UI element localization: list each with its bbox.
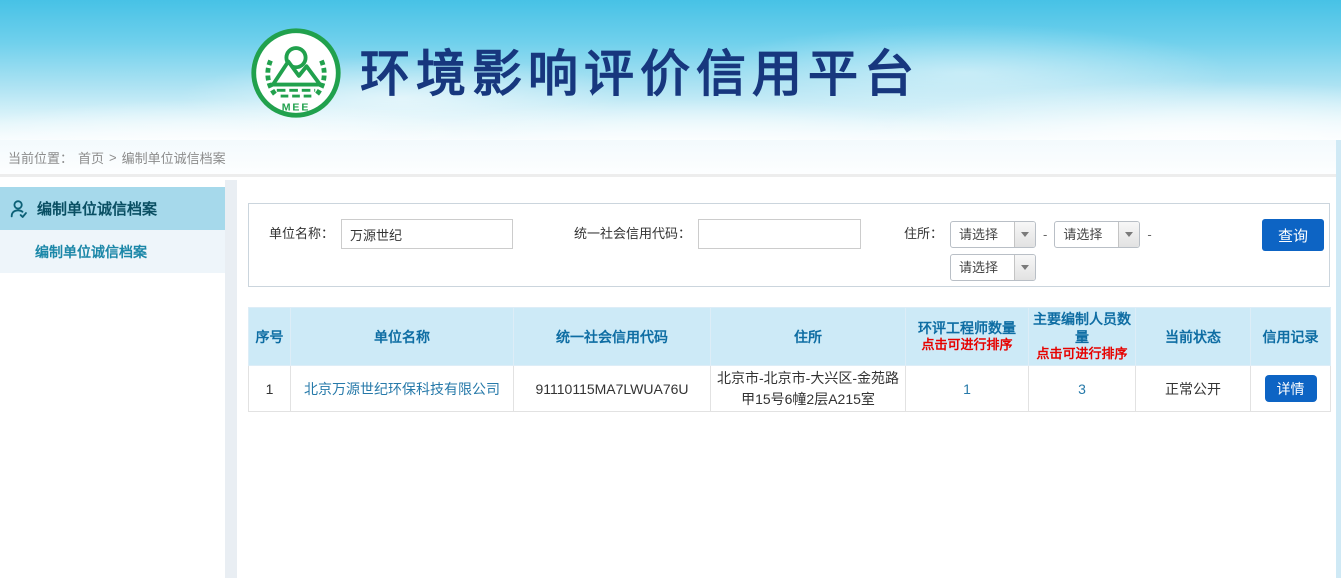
results-table: 序号 单位名称 统一社会信用代码 住所 环评工程师数量 点击可进行排序 主要编制… [248, 307, 1331, 412]
header-banner: MEE 环境影响评价信用平台 [0, 0, 1341, 140]
residence-group: 住所： 请选择 - 请选择 - [904, 219, 1159, 281]
sort-hint[interactable]: 点击可进行排序 [910, 337, 1024, 354]
breadcrumb-current: 编制单位诚信档案 [122, 148, 226, 167]
district-select-value: 请选择 [951, 255, 1014, 280]
sidebar-divider [225, 180, 237, 578]
district-select[interactable]: 请选择 [950, 254, 1036, 281]
residence-selects: 请选择 - 请选择 - 请选择 [950, 221, 1159, 281]
chevron-down-icon[interactable] [1014, 255, 1035, 280]
credit-code-value: 91110115MA7LWUA76U [514, 366, 711, 412]
address-value: 北京市-北京市-大兴区-金苑路甲15号6幢2层A215室 [711, 366, 906, 412]
province-select[interactable]: 请选择 [950, 221, 1036, 248]
chevron-down-icon[interactable] [1014, 222, 1035, 247]
select-separator: - [1147, 221, 1151, 248]
sidebar-subitem-label: 编制单位诚信档案 [35, 242, 147, 262]
col-staff-count-sortable[interactable]: 主要编制人员数量 点击可进行排序 [1029, 308, 1136, 366]
breadcrumb-separator: > [109, 150, 117, 165]
staff-count-link[interactable]: 3 [1078, 381, 1086, 397]
unit-name-label: 单位名称： [269, 219, 334, 249]
scrollbar[interactable] [1336, 140, 1341, 578]
sort-hint[interactable]: 点击可进行排序 [1033, 346, 1131, 363]
col-credit-code: 统一社会信用代码 [514, 308, 711, 366]
breadcrumb: 当前位置： 首页 > 编制单位诚信档案 [0, 140, 1341, 177]
select-separator: - [1043, 221, 1047, 248]
col-index: 序号 [249, 308, 291, 366]
col-engineer-count-label: 环评工程师数量 [918, 320, 1016, 336]
unit-name-group: 单位名称： [269, 219, 513, 249]
search-button[interactable]: 查询 [1262, 219, 1324, 251]
mee-logo-icon: MEE [248, 25, 344, 121]
detail-button[interactable]: 详情 [1265, 375, 1317, 402]
content-area: 单位名称： 统一社会信用代码： 住所： 请选择 - [248, 180, 1330, 578]
col-company: 单位名称 [291, 308, 514, 366]
breadcrumb-home-link[interactable]: 首页 [78, 148, 104, 167]
sidebar-item-archive-parent[interactable]: 编制单位诚信档案 [0, 187, 225, 230]
residence-label: 住所： [904, 219, 943, 249]
chevron-down-icon[interactable] [1118, 222, 1139, 247]
col-engineer-count-sortable[interactable]: 环评工程师数量 点击可进行排序 [906, 308, 1029, 366]
unit-name-input[interactable] [341, 219, 513, 249]
province-select-value: 请选择 [951, 222, 1014, 247]
status-value: 正常公开 [1136, 366, 1251, 412]
engineer-count-link[interactable]: 1 [963, 381, 971, 397]
col-staff-count-label: 主要编制人员数量 [1033, 311, 1131, 345]
city-select[interactable]: 请选择 [1054, 221, 1140, 248]
col-credit-record: 信用记录 [1251, 308, 1331, 366]
breadcrumb-prefix: 当前位置： [8, 148, 73, 167]
table-header-row: 序号 单位名称 统一社会信用代码 住所 环评工程师数量 点击可进行排序 主要编制… [249, 308, 1331, 366]
page-title: 环境影响评价信用平台 [360, 34, 920, 106]
table-row: 1 北京万源世纪环保科技有限公司 91110115MA7LWUA76U 北京市-… [249, 366, 1331, 412]
credit-code-group: 统一社会信用代码： [574, 219, 861, 249]
search-panel: 单位名称： 统一社会信用代码： 住所： 请选择 - [248, 203, 1330, 287]
col-address: 住所 [711, 308, 906, 366]
credit-code-input[interactable] [698, 219, 861, 249]
company-link[interactable]: 北京万源世纪环保科技有限公司 [304, 381, 500, 397]
logo-text: MEE [282, 101, 311, 113]
sidebar-item-archive-sub[interactable]: 编制单位诚信档案 [0, 230, 225, 273]
sidebar-item-label: 编制单位诚信档案 [37, 198, 157, 219]
user-check-icon [8, 198, 30, 220]
col-status: 当前状态 [1136, 308, 1251, 366]
row-index: 1 [249, 366, 291, 412]
main-area: 编制单位诚信档案 编制单位诚信档案 单位名称： 统一社会信用代码： 住所： 请选… [0, 180, 1341, 578]
city-select-value: 请选择 [1055, 222, 1118, 247]
credit-code-label: 统一社会信用代码： [574, 219, 691, 249]
